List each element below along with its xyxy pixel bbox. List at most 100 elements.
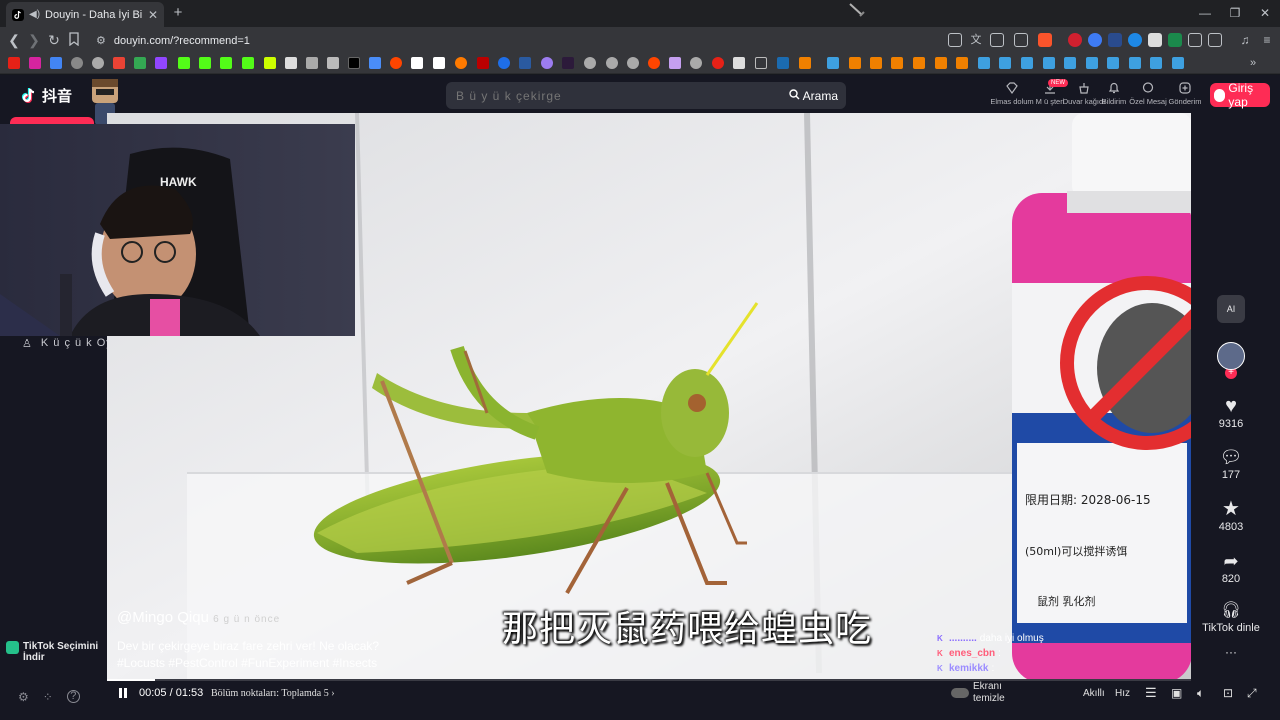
favorite-button[interactable]: ★ 4803 xyxy=(1191,497,1271,533)
more-bookmarks-icon[interactable]: » xyxy=(1250,57,1262,69)
extension-k-icon[interactable] xyxy=(1168,33,1182,47)
no-wifi-icon[interactable] xyxy=(948,33,962,47)
bookmark-orange-icon-2[interactable] xyxy=(849,57,861,69)
bookmark-gmail-icon[interactable] xyxy=(113,57,125,69)
translate-icon[interactable]: 文 xyxy=(969,33,983,47)
bookmark-x-icon[interactable] xyxy=(348,57,360,69)
bookmark-orange-icon-7[interactable] xyxy=(956,57,968,69)
ai-button[interactable]: AI xyxy=(1191,295,1271,323)
bookmark-twitch-icon[interactable] xyxy=(155,57,167,69)
comment-button[interactable]: 💬︎ 177 xyxy=(1191,445,1271,481)
share-button[interactable]: ➦ 820 xyxy=(1191,549,1271,585)
bookmark-site-icon-28[interactable] xyxy=(1150,57,1162,69)
pip-icon[interactable]: ▣ xyxy=(1171,679,1182,707)
playlist-icon[interactable]: ☰ xyxy=(1145,679,1157,707)
share-icon[interactable] xyxy=(1014,33,1028,47)
apps-icon[interactable]: ⁘ xyxy=(43,690,53,704)
reload-button[interactable]: ↻ xyxy=(46,32,62,48)
author-handle[interactable]: @Mingo Qiqu xyxy=(117,609,209,626)
bookmark-orange-icon-4[interactable] xyxy=(891,57,903,69)
douyin-logo[interactable]: 抖音 xyxy=(20,85,72,106)
smart-quality-button[interactable]: Akıllı xyxy=(1083,679,1105,707)
bookmark-site-icon-27[interactable] xyxy=(1129,57,1141,69)
tiktok-download-promo[interactable]: TikTok Seçimini İndir xyxy=(6,641,113,663)
brave-shield-icon[interactable] xyxy=(1038,33,1052,47)
chapters-button[interactable]: Bölüm noktaları: Toplamda 5 › xyxy=(211,679,335,707)
pause-button[interactable] xyxy=(117,679,129,707)
help-icon[interactable]: ? xyxy=(66,690,80,703)
bookmark-site-icon-23[interactable] xyxy=(1043,57,1055,69)
bookmark-kick-icon-3[interactable] xyxy=(220,57,232,69)
close-window-button[interactable]: ✕ xyxy=(1250,4,1280,22)
back-button[interactable]: ❮ xyxy=(6,32,22,48)
bookmark-steam-icon[interactable] xyxy=(777,57,789,69)
address-bar[interactable]: ⚙ douyin.com/?recommend=1 xyxy=(88,30,948,51)
bookmark-drive-icon[interactable] xyxy=(134,57,146,69)
bookmark-reddit-icon[interactable] xyxy=(390,57,402,69)
bookmark-orange-icon-6[interactable] xyxy=(935,57,947,69)
new-tab-button[interactable]: + xyxy=(170,4,186,22)
browser-tab[interactable]: ◀) Douyin - Daha İyi Bir Hayat K ✕ xyxy=(6,2,164,27)
restore-button[interactable]: ❐ xyxy=(1220,4,1250,22)
bookmark-site-icon-6[interactable] xyxy=(455,57,467,69)
like-button[interactable]: ♥ 9316 xyxy=(1191,394,1271,430)
bookmark-kick-icon-4[interactable] xyxy=(242,57,254,69)
extension-globe-icon[interactable] xyxy=(1128,33,1142,47)
bookmark-green-icon[interactable] xyxy=(264,57,276,69)
bookmark-site-icon-15[interactable] xyxy=(669,57,681,69)
bookmark-orange-icon-3[interactable] xyxy=(870,57,882,69)
bookmark-site-icon-22[interactable] xyxy=(1021,57,1033,69)
extensions-puzzle-icon[interactable] xyxy=(1188,33,1202,47)
bookmark-site-icon-5[interactable] xyxy=(411,57,423,69)
bookmark-site-icon-29[interactable] xyxy=(1172,57,1184,69)
bookmark-folder-icon[interactable] xyxy=(755,57,767,69)
creator-avatar[interactable]: + xyxy=(1191,342,1271,379)
bookmark-site-icon-14[interactable] xyxy=(627,57,639,69)
fullscreen-icon[interactable]: ⤢ xyxy=(1247,679,1257,707)
clear-screen-toggle[interactable]: Ekranı temizle xyxy=(951,679,1007,707)
minimize-button[interactable]: — xyxy=(1190,4,1220,22)
bookmark-site-icon-4[interactable] xyxy=(369,57,381,69)
description-hashtags[interactable]: #Locusts #PestControl #FunExperiment #In… xyxy=(117,655,437,672)
cast-icon[interactable] xyxy=(990,33,1004,47)
sidebar-item-small-games[interactable]: ♙ K ü ç ü k Oyu xyxy=(22,337,120,350)
bookmark-site-icon-7[interactable] xyxy=(477,57,489,69)
media-icon[interactable]: ♫ xyxy=(1238,33,1252,47)
forward-button[interactable]: ❯ xyxy=(26,32,42,48)
settings-icon[interactable]: ⚙ xyxy=(18,690,29,704)
bookmark-site-icon-18[interactable] xyxy=(733,57,745,69)
bookmark-site-icon-13[interactable] xyxy=(606,57,618,69)
audio-playing-icon[interactable]: ◀) xyxy=(29,9,40,20)
bookmark-reddit-icon-2[interactable] xyxy=(648,57,660,69)
toggle-switch[interactable] xyxy=(951,688,969,698)
video-author[interactable]: @Mingo Qiqu 6 g ü n önce xyxy=(117,609,280,626)
web-fullscreen-icon[interactable]: ⊡ xyxy=(1223,679,1233,707)
bookmark-site-icon-2[interactable] xyxy=(306,57,318,69)
bookmark-site-icon-10[interactable] xyxy=(541,57,553,69)
bookmark-orange-icon[interactable] xyxy=(799,57,811,69)
site-settings-icon[interactable]: ⚙ xyxy=(96,34,106,47)
bookmark-site-icon-26[interactable] xyxy=(1107,57,1119,69)
close-tab-icon[interactable]: ✕ xyxy=(148,8,158,22)
bookmark-site-icon-16[interactable] xyxy=(690,57,702,69)
bookmark-orange-icon-5[interactable] xyxy=(913,57,925,69)
login-button[interactable]: Giriş yap xyxy=(1210,81,1270,109)
bookmark-site-icon-25[interactable] xyxy=(1086,57,1098,69)
bookmark-site-icon-11[interactable] xyxy=(562,57,574,69)
bookmark-site-icon-12[interactable] xyxy=(584,57,596,69)
bookmark-site-icon-17[interactable] xyxy=(712,57,724,69)
more-button[interactable]: ··· xyxy=(1191,645,1271,659)
listen-button[interactable]: 🎧︎ TikTok dinle xyxy=(1191,600,1271,634)
search-button[interactable]: Arama xyxy=(788,89,846,103)
bookmark-youtube-icon[interactable] xyxy=(8,57,20,69)
bookmark-site-icon[interactable] xyxy=(92,57,104,69)
volume-icon[interactable]: 🔈︎ xyxy=(1197,679,1204,707)
bookmark-site-icon-8[interactable] xyxy=(498,57,510,69)
bookmark-site-icon-3[interactable] xyxy=(327,57,339,69)
menu-icon[interactable]: ≡ xyxy=(1260,33,1274,47)
bookmark-kick-icon-2[interactable] xyxy=(199,57,211,69)
header-upload[interactable]: Gönderim xyxy=(1162,81,1208,107)
bookmark-site-icon-24[interactable] xyxy=(1064,57,1076,69)
bookmark-amazon-icon[interactable] xyxy=(433,57,445,69)
speed-button[interactable]: Hız xyxy=(1115,679,1130,707)
